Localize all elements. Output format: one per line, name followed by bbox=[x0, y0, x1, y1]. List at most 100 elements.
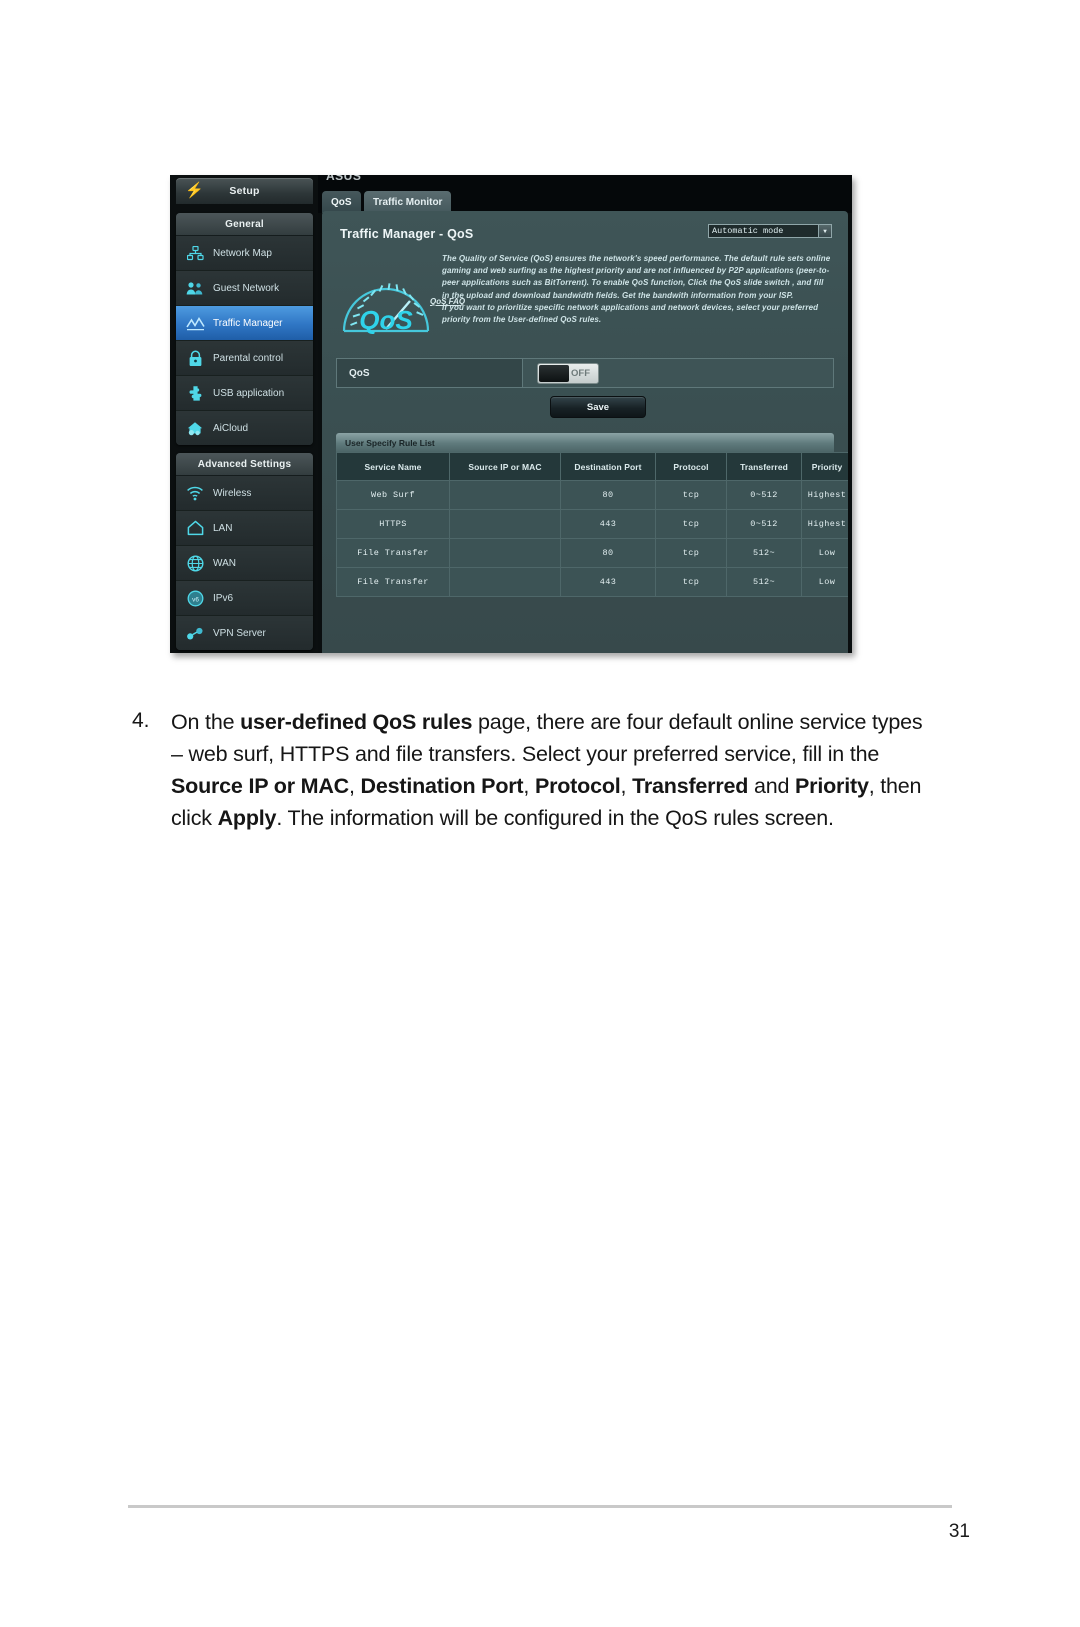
sidebar-item-label: WAN bbox=[213, 557, 236, 569]
sidebar-item-lan[interactable]: LAN bbox=[176, 511, 313, 546]
cell-priority[interactable]: Highest bbox=[801, 509, 848, 539]
cell-priority[interactable]: Low bbox=[801, 567, 848, 597]
sidebar-setup-button[interactable]: ⚡ Setup bbox=[176, 178, 313, 204]
brand-logo: ASUS bbox=[326, 175, 362, 183]
sidebar-item-vpn-server[interactable]: VPN Server bbox=[176, 616, 313, 650]
sidebar-item-label: Network Map bbox=[213, 247, 272, 259]
vpn-icon bbox=[184, 622, 206, 644]
table-row[interactable]: File Transfer 443 tcp 512~ Low bbox=[336, 567, 848, 597]
ipv6-globe-icon: v6 bbox=[184, 587, 206, 609]
sidebar-item-label: IPv6 bbox=[213, 592, 234, 604]
table-header-row: Service Name Source IP or MAC Destinatio… bbox=[336, 452, 848, 481]
mode-select-value: Automatic mode bbox=[712, 226, 784, 236]
sidebar-item-label: Guest Network bbox=[213, 282, 280, 294]
save-button[interactable]: Save bbox=[550, 396, 646, 418]
qos-toggle-switch[interactable]: OFF bbox=[537, 362, 599, 384]
tab-traffic-monitor[interactable]: Traffic Monitor bbox=[364, 191, 452, 213]
cell-service-name: HTTPS bbox=[336, 509, 450, 539]
cell-protocol[interactable]: tcp bbox=[655, 480, 727, 510]
cell-protocol[interactable]: tcp bbox=[655, 509, 727, 539]
sidebar-item-ipv6[interactable]: v6 IPv6 bbox=[176, 581, 313, 616]
sidebar-item-usb-application[interactable]: USB application bbox=[176, 376, 313, 411]
rules-table-body: Web Surf 80 tcp 0~512 Highest HTTPS 443 … bbox=[336, 480, 848, 597]
sidebar-item-traffic-manager[interactable]: Traffic Manager bbox=[176, 306, 313, 341]
sidebar-item-label: USB application bbox=[213, 387, 285, 399]
user-specify-rule-list: User Specify Rule List Service Name Sour… bbox=[336, 433, 848, 643]
sidebar-group-advanced-settings: Advanced Settings Wireless LAN WAN v6 IP… bbox=[176, 453, 313, 650]
column-header-protocol: Protocol bbox=[655, 452, 727, 481]
description-block: QoS The Quality of Service (QoS) ensures… bbox=[334, 253, 836, 345]
qos-faq-link[interactable]: QoS FAQ bbox=[430, 297, 465, 306]
description-text: The Quality of Service (QoS) ensures the… bbox=[442, 253, 832, 326]
sidebar-item-wireless[interactable]: Wireless bbox=[176, 476, 313, 511]
chevron-down-icon[interactable]: ▼ bbox=[818, 225, 831, 237]
page-number: 31 bbox=[948, 1521, 970, 1542]
cell-transferred[interactable]: 512~ bbox=[726, 538, 802, 568]
sidebar-item-label: VPN Server bbox=[213, 627, 266, 639]
rule-list-title: User Specify Rule List bbox=[336, 433, 834, 452]
cell-destination-port[interactable]: 80 bbox=[560, 480, 656, 510]
cell-transferred[interactable]: 0~512 bbox=[726, 509, 802, 539]
sidebar-item-label: Wireless bbox=[213, 487, 252, 499]
lock-icon bbox=[184, 347, 206, 369]
network-map-icon bbox=[184, 242, 206, 264]
table-row[interactable]: File Transfer 80 tcp 512~ Low bbox=[336, 538, 848, 568]
wireless-icon bbox=[184, 482, 206, 504]
instruction-paragraph: On the user-defined QoS rules page, ther… bbox=[171, 710, 923, 830]
sidebar-item-label: AiCloud bbox=[213, 422, 249, 434]
cell-service-name: File Transfer bbox=[336, 538, 450, 568]
qos-switch-label: QoS bbox=[337, 359, 523, 387]
column-header-source-ip-mac: Source IP or MAC bbox=[449, 452, 561, 481]
cell-transferred[interactable]: 0~512 bbox=[726, 480, 802, 510]
description-paragraph-2: If you want to prioritize specific netwo… bbox=[442, 302, 819, 325]
sidebar-group-header-advanced: Advanced Settings bbox=[176, 453, 313, 476]
sidebar-item-label: LAN bbox=[213, 522, 233, 534]
cloud-icon bbox=[184, 417, 206, 439]
cell-destination-port[interactable]: 443 bbox=[560, 567, 656, 597]
footer-divider bbox=[128, 1505, 952, 1508]
cell-source-ip-mac[interactable] bbox=[449, 538, 561, 568]
sidebar-item-guest-network[interactable]: Guest Network bbox=[176, 271, 313, 306]
tab-bar: QoS Traffic Monitor bbox=[318, 191, 852, 213]
cell-source-ip-mac[interactable] bbox=[449, 567, 561, 597]
cell-source-ip-mac[interactable] bbox=[449, 509, 561, 539]
content-area: Traffic Manager - QoS Automatic mode ▼ Q… bbox=[322, 211, 848, 653]
sidebar-setup-label: Setup bbox=[229, 185, 260, 197]
table-row[interactable]: HTTPS 443 tcp 0~512 Highest bbox=[336, 509, 848, 539]
sidebar-item-label: Traffic Manager bbox=[213, 317, 283, 329]
sidebar-group-general: General Network Map Guest Network Traffi… bbox=[176, 213, 313, 445]
column-header-priority: Priority bbox=[801, 452, 848, 481]
tab-qos[interactable]: QoS bbox=[322, 191, 361, 213]
cell-priority[interactable]: Low bbox=[801, 538, 848, 568]
cell-destination-port[interactable]: 80 bbox=[560, 538, 656, 568]
cell-destination-port[interactable]: 443 bbox=[560, 509, 656, 539]
instruction-block: 4. On the user-defined QoS rules page, t… bbox=[132, 706, 932, 834]
usb-puzzle-icon bbox=[184, 382, 206, 404]
mode-select[interactable]: Automatic mode ▼ bbox=[708, 224, 832, 238]
lightning-icon: ⚡ bbox=[185, 182, 204, 199]
cell-source-ip-mac[interactable] bbox=[449, 480, 561, 510]
main-panel: ASUS QoS Traffic Monitor Traffic Manager… bbox=[318, 175, 852, 653]
column-header-destination-port: Destination Port bbox=[560, 452, 656, 481]
instruction-number: 4. bbox=[132, 709, 150, 732]
home-icon bbox=[184, 517, 206, 539]
description-paragraph-1: The Quality of Service (QoS) ensures the… bbox=[442, 254, 831, 300]
sidebar-item-aicloud[interactable]: AiCloud bbox=[176, 411, 313, 445]
globe-icon bbox=[184, 552, 206, 574]
sidebar-group-header-general: General bbox=[176, 213, 313, 236]
cell-protocol[interactable]: tcp bbox=[655, 538, 727, 568]
table-row[interactable]: Web Surf 80 tcp 0~512 Highest bbox=[336, 480, 848, 510]
sidebar-item-label: Parental control bbox=[213, 352, 284, 364]
sidebar: ⚡ Setup General Network Map Guest Networ… bbox=[170, 175, 318, 653]
cell-priority[interactable]: Highest bbox=[801, 480, 848, 510]
cell-transferred[interactable]: 512~ bbox=[726, 567, 802, 597]
sidebar-item-network-map[interactable]: Network Map bbox=[176, 236, 313, 271]
cell-service-name: File Transfer bbox=[336, 567, 450, 597]
column-header-service-name: Service Name bbox=[336, 452, 450, 481]
traffic-manager-icon bbox=[184, 312, 206, 334]
sidebar-item-parental-control[interactable]: Parental control bbox=[176, 341, 313, 376]
qos-switch-row: QoS OFF bbox=[336, 358, 834, 388]
sidebar-item-wan[interactable]: WAN bbox=[176, 546, 313, 581]
cell-service-name: Web Surf bbox=[336, 480, 450, 510]
cell-protocol[interactable]: tcp bbox=[655, 567, 727, 597]
